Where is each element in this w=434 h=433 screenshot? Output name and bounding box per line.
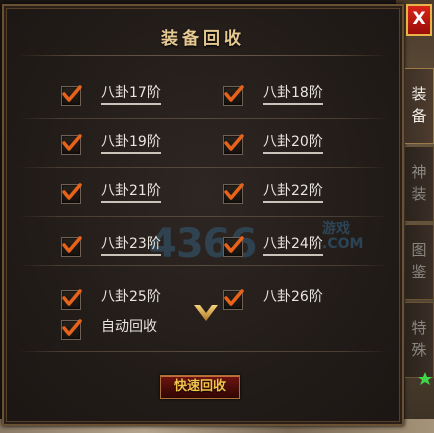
title-divider	[18, 55, 388, 56]
checkmark-icon	[224, 289, 244, 306]
tab-label: 备	[411, 107, 427, 125]
row-divider	[18, 118, 388, 119]
option-label: 八卦19阶	[101, 134, 161, 154]
checkbox-bagua-25[interactable]	[61, 289, 82, 310]
tab-label: 特	[411, 319, 427, 337]
tab-label: 装	[411, 85, 427, 103]
tab-codex[interactable]: 图 鉴	[405, 224, 434, 300]
scroll-down-chevron-icon[interactable]	[193, 303, 219, 323]
row-divider	[18, 351, 388, 352]
checkmark-icon	[224, 85, 244, 102]
panel-title: 装备回收	[161, 29, 245, 49]
checkmark-icon	[62, 134, 82, 151]
tab-divine-equipment[interactable]: 神 装	[405, 146, 434, 222]
checkbox-bagua-26[interactable]	[223, 289, 244, 310]
watermark-sub: 游戏 .COM	[322, 222, 363, 252]
tab-label: 鉴	[411, 263, 427, 281]
option-label: 八卦20阶	[263, 134, 323, 154]
option-label: 八卦26阶	[263, 289, 323, 305]
checkbox-bagua-23[interactable]	[61, 236, 82, 257]
checkmark-icon	[62, 289, 82, 306]
watermark-sub-text: 游戏	[322, 221, 350, 237]
checkmark-icon	[62, 85, 82, 102]
option-label: 八卦18阶	[263, 85, 323, 105]
row-divider	[18, 167, 388, 168]
checkmark-icon	[224, 236, 244, 253]
checkbox-auto-recycle[interactable]	[61, 319, 82, 340]
checkmark-icon	[62, 236, 82, 253]
tab-label: 装	[411, 185, 427, 203]
recycle-panel: 装备回收 4366 游戏 .COM 八卦17阶 八卦18阶 八卦19阶 八卦20…	[2, 4, 404, 426]
tab-equipment[interactable]: 装 备	[405, 68, 434, 144]
option-label: 八卦24阶	[263, 236, 323, 256]
tab-label: 殊	[411, 341, 427, 359]
tab-label: 图	[411, 241, 427, 259]
option-label: 八卦17阶	[101, 85, 161, 105]
option-label: 八卦25阶	[101, 289, 161, 305]
checkbox-bagua-21[interactable]	[61, 183, 82, 204]
quick-recycle-button[interactable]: 快速回收	[160, 375, 240, 399]
row-divider	[18, 265, 388, 266]
checkbox-bagua-20[interactable]	[223, 134, 244, 155]
option-label: 八卦22阶	[263, 183, 323, 203]
row-divider	[18, 216, 388, 217]
checkmark-icon	[224, 183, 244, 200]
checkmark-icon	[62, 183, 82, 200]
option-label: 八卦21阶	[101, 183, 161, 203]
watermark-domain: .COM	[322, 236, 364, 252]
option-label: 八卦23阶	[101, 236, 161, 256]
checkbox-bagua-24[interactable]	[223, 236, 244, 257]
checkmark-icon	[62, 319, 82, 336]
auto-recycle-label: 自动回收	[101, 319, 157, 335]
checkbox-bagua-19[interactable]	[61, 134, 82, 155]
checkbox-bagua-18[interactable]	[223, 85, 244, 106]
checkbox-bagua-17[interactable]	[61, 85, 82, 106]
close-button[interactable]: X	[406, 4, 432, 36]
checkmark-icon	[224, 134, 244, 151]
tab-label: 神	[411, 163, 427, 181]
checkbox-bagua-22[interactable]	[223, 183, 244, 204]
tab-special[interactable]: 特 殊	[405, 302, 434, 378]
star-icon	[418, 372, 432, 385]
